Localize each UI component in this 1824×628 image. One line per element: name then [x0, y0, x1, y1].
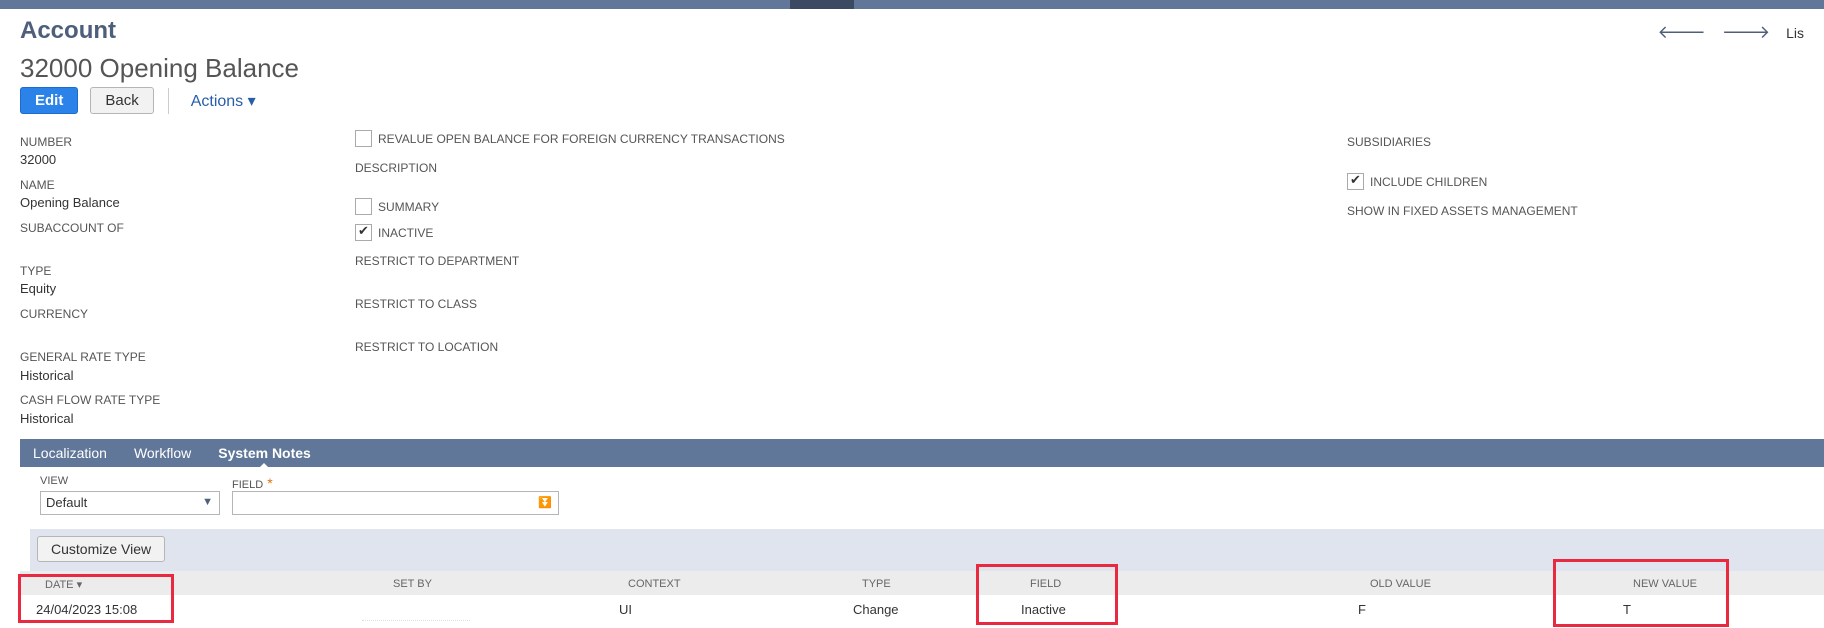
subsidiaries-label: SUBSIDIARIES: [1347, 135, 1432, 146]
cell-set-by-redacted: [362, 602, 470, 621]
tab-localization[interactable]: Localization: [33, 445, 107, 461]
number-value: 32000: [20, 152, 57, 167]
highlight-date: [18, 574, 174, 623]
top-nav-active-segment[interactable]: [790, 0, 854, 9]
customize-view-button[interactable]: Customize View: [37, 536, 166, 562]
include-children-label: INCLUDE CHILDREN: [1370, 174, 1488, 189]
currency-label: CURRENCY: [20, 307, 89, 321]
tab-workflow[interactable]: Workflow: [134, 445, 191, 461]
view-label: VIEW: [40, 475, 69, 487]
fixed-assets-label: SHOW IN FIXED ASSETS MANAGEMENT: [1347, 204, 1578, 218]
general-rate-value: Historical: [20, 368, 74, 383]
type-label: TYPE: [20, 264, 52, 278]
tab-system-notes[interactable]: System Notes: [218, 445, 311, 469]
restrict-department-label: RESTRICT TO DEPARTMENT: [355, 254, 520, 268]
chevron-down-icon: ▼: [202, 496, 213, 508]
inactive-checkbox[interactable]: [355, 223, 372, 241]
double-chevron-down-icon: ⏬: [538, 497, 552, 509]
field-filter-label-wrap: FIELD *: [232, 475, 273, 491]
summary-row: SUMMARY: [355, 198, 439, 215]
inactive-label: INACTIVE: [378, 225, 434, 240]
button-divider: [167, 87, 169, 114]
summary-label: SUMMARY: [378, 199, 440, 214]
back-button[interactable]: Back: [90, 87, 154, 114]
view-select[interactable]: Default ▼: [40, 491, 220, 515]
cell-context: UI: [619, 602, 632, 617]
page-title: 32000 Opening Balance: [20, 53, 300, 83]
general-rate-label: GENERAL RATE TYPE: [20, 350, 146, 364]
highlight-field: [976, 564, 1118, 625]
highlight-new-value: [1553, 559, 1729, 627]
field-select[interactable]: ⏬: [232, 491, 559, 515]
column-old-value[interactable]: OLD VALUE: [1370, 578, 1431, 590]
type-value: Equity: [20, 281, 57, 296]
cell-old-value: F: [1358, 602, 1366, 617]
arrow-left-icon[interactable]: 🡐: [1658, 22, 1706, 43]
inactive-row: INACTIVE: [355, 223, 434, 241]
arrow-right-icon[interactable]: 🡒: [1722, 22, 1770, 43]
revalue-checkbox[interactable]: [355, 130, 372, 147]
edit-button[interactable]: Edit: [20, 87, 79, 114]
name-label: NAME: [20, 178, 55, 192]
subtab-bar: Localization Workflow System Notes: [20, 439, 1824, 469]
column-type[interactable]: TYPE: [862, 578, 891, 590]
required-mark: *: [267, 475, 273, 491]
summary-checkbox[interactable]: [355, 198, 372, 215]
view-select-value: Default: [46, 495, 88, 510]
subaccount-label: SUBACCOUNT OF: [20, 221, 124, 235]
revalue-row: REVALUE OPEN BALANCE FOR FOREIGN CURRENC…: [355, 130, 785, 147]
record-type: Account: [20, 17, 116, 44]
cell-type: Change: [853, 602, 899, 617]
name-value: Opening Balance: [20, 195, 120, 210]
button-bar: Edit Back Actions ▾: [20, 87, 256, 114]
column-set-by[interactable]: SET BY: [393, 578, 432, 590]
restrict-class-label: RESTRICT TO CLASS: [355, 297, 478, 311]
record-navigation: 🡐 🡒 Lis: [1658, 22, 1804, 43]
include-children-row: INCLUDE CHILDREN: [1347, 172, 1488, 190]
field-filter-label: FIELD: [232, 479, 264, 491]
cash-flow-label: CASH FLOW RATE TYPE: [20, 393, 161, 407]
column-context[interactable]: CONTEXT: [628, 578, 681, 590]
cash-flow-value: Historical: [20, 411, 74, 426]
restrict-location-label: RESTRICT TO LOCATION: [355, 340, 499, 354]
description-label: DESCRIPTION: [355, 161, 438, 175]
include-children-checkbox[interactable]: [1347, 172, 1364, 190]
list-link[interactable]: Lis: [1786, 25, 1804, 41]
revalue-label: REVALUE OPEN BALANCE FOR FOREIGN CURRENC…: [378, 131, 785, 146]
actions-menu[interactable]: Actions ▾: [191, 91, 256, 111]
number-label: NUMBER: [20, 135, 73, 149]
top-nav-bar: [0, 0, 1824, 9]
